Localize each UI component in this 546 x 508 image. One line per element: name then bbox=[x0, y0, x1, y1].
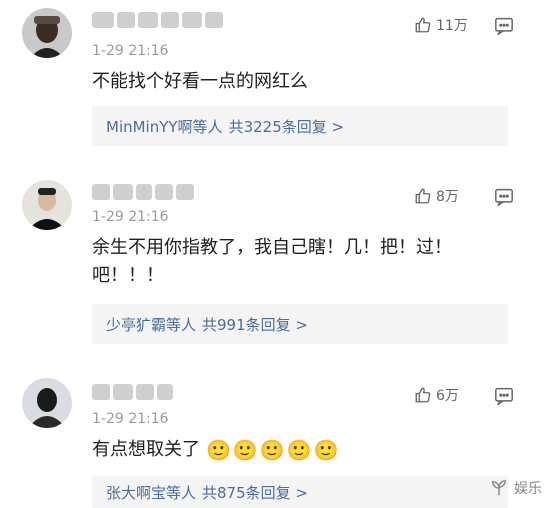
comment-text-line-2: 吧！！！ bbox=[92, 265, 164, 286]
emoji-smile-icons: 🙂🙂🙂🙂🙂 bbox=[206, 438, 341, 462]
reply-names[interactable]: 张大啊宝等人 bbox=[106, 482, 196, 503]
thumbs-up-icon bbox=[415, 387, 431, 403]
avatar[interactable] bbox=[22, 378, 72, 428]
like-button[interactable]: 8万 bbox=[414, 186, 459, 206]
like-button[interactable]: 6万 bbox=[414, 385, 459, 405]
reply-summary[interactable]: 少亭犷霸等人 共991条回复 > bbox=[92, 304, 508, 344]
comment-time: 1-29 21:16 bbox=[92, 209, 169, 225]
reply-count[interactable]: 共3225条回复 > bbox=[229, 116, 345, 137]
comment-reply-icon[interactable] bbox=[494, 387, 514, 409]
reply-count[interactable]: 共991条回复 > bbox=[202, 314, 308, 335]
watermark-text: 娱乐 bbox=[514, 481, 542, 497]
sprout-logo-icon bbox=[491, 480, 507, 496]
reply-summary[interactable]: 张大啊宝等人 共875条回复 > bbox=[92, 476, 508, 508]
watermark: 娱乐 bbox=[488, 478, 542, 498]
comment-time: 1-29 21:16 bbox=[92, 43, 169, 59]
reply-names[interactable]: 少亭犷霸等人 bbox=[106, 314, 196, 335]
avatar[interactable] bbox=[22, 180, 72, 230]
avatar[interactable] bbox=[22, 8, 72, 58]
comment-reply-icon[interactable] bbox=[494, 17, 514, 39]
like-count: 8万 bbox=[436, 189, 459, 205]
comment-text: 不能找个好看一点的网红么 bbox=[92, 71, 308, 92]
reply-names[interactable]: MinMinYY啊等人 bbox=[106, 116, 223, 137]
thumbs-up-icon bbox=[415, 17, 431, 33]
comment-reply-icon[interactable] bbox=[494, 188, 514, 210]
like-count: 11万 bbox=[436, 18, 468, 34]
comment-text-main: 有点想取关了 bbox=[92, 439, 200, 460]
username-blurred[interactable] bbox=[92, 384, 176, 402]
comment-text: 有点想取关了 🙂🙂🙂🙂🙂 bbox=[92, 436, 512, 464]
comment-text: 余生不用你指教了，我自己瞎！几！把！过！ 吧！！！ bbox=[92, 234, 512, 290]
reply-count[interactable]: 共875条回复 > bbox=[202, 482, 308, 503]
username-blurred[interactable] bbox=[92, 12, 226, 30]
like-button[interactable]: 11万 bbox=[414, 15, 468, 35]
thumbs-up-icon bbox=[415, 188, 431, 204]
comment-text-line-1: 余生不用你指教了，我自己瞎！几！把！过！ bbox=[92, 237, 452, 258]
reply-summary[interactable]: MinMinYY啊等人 共3225条回复 > bbox=[92, 106, 508, 146]
like-count: 6万 bbox=[436, 388, 459, 404]
comment-time: 1-29 21:16 bbox=[92, 411, 169, 427]
username-blurred[interactable] bbox=[92, 184, 197, 202]
